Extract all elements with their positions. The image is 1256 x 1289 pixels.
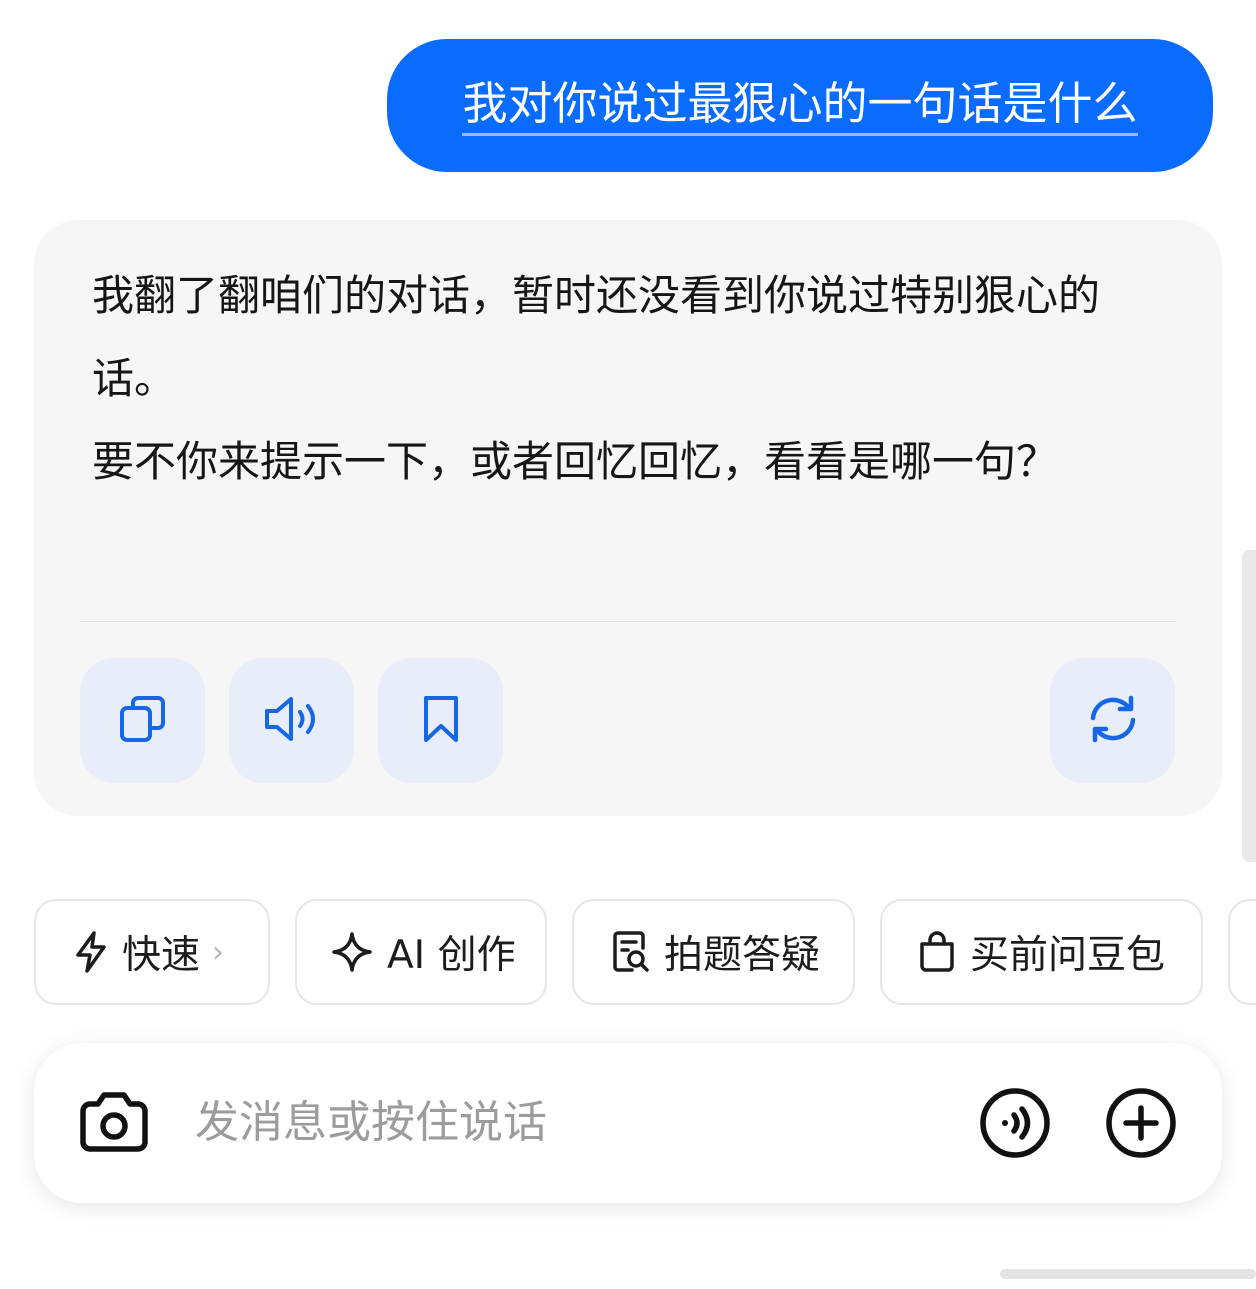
scrollbar-thumb[interactable] [1242,550,1256,862]
reply-divider [80,621,1176,622]
home-indicator [1000,1269,1256,1279]
bookmark-button[interactable] [378,658,503,783]
read-aloud-button[interactable] [229,658,354,783]
shortcut-more-partial[interactable] [1228,899,1256,1005]
voice-call-icon[interactable] [979,1087,1051,1163]
shortcut-ai-create[interactable]: AI 创作 [295,899,547,1005]
shortcut-fast[interactable]: 快速 › [34,899,270,1005]
plus-icon[interactable] [1105,1087,1177,1163]
copy-icon [118,694,168,748]
shopping-bag-icon [918,930,956,974]
shortcut-pre-purchase-label: 买前问豆包 [970,933,1166,978]
message-input-bar: 发消息或按住说话 [34,1043,1222,1203]
shortcut-photo-question[interactable]: 拍题答疑 [572,899,855,1005]
regenerate-button[interactable] [1050,658,1175,783]
shortcut-photo-question-label: 拍题答疑 [664,933,821,978]
ai-reply-card: 我翻了翻咱们的对话，暂时还没看到你说过特别狠心的话。 要不你来提示一下，或者回忆… [34,220,1222,816]
user-message-text: 我对你说过最狠心的一句话是什么 [462,75,1138,136]
shortcut-pre-purchase[interactable]: 买前问豆包 [880,899,1203,1005]
message-input[interactable]: 发消息或按住说话 [195,1093,547,1153]
sparkle-icon [331,931,373,973]
bookmark-icon [420,694,462,748]
ai-reply-text: 我翻了翻咱们的对话，暂时还没看到你说过特别狠心的话。 要不你来提示一下，或者回忆… [92,254,1152,503]
lightning-icon [74,931,108,973]
refresh-icon [1085,694,1141,748]
document-search-icon [612,930,650,974]
user-message-bubble[interactable]: 我对你说过最狠心的一句话是什么 [387,39,1213,172]
shortcut-ai-create-label: AI 创作 [387,933,516,978]
shortcut-fast-label: 快速 [122,933,201,978]
ai-reply-paragraph-2: 要不你来提示一下，或者回忆回忆，看看是哪一句？ [92,437,1059,486]
chevron-right-icon: › [212,934,225,970]
speaker-icon [263,694,321,748]
ai-reply-paragraph-1: 我翻了翻咱们的对话，暂时还没看到你说过特别狠心的话。 [92,271,1101,403]
camera-icon[interactable] [78,1089,150,1159]
shortcut-bar: 快速 › AI 创作 拍题答疑 买前问豆包 [0,899,1256,1009]
copy-button[interactable] [80,658,205,783]
